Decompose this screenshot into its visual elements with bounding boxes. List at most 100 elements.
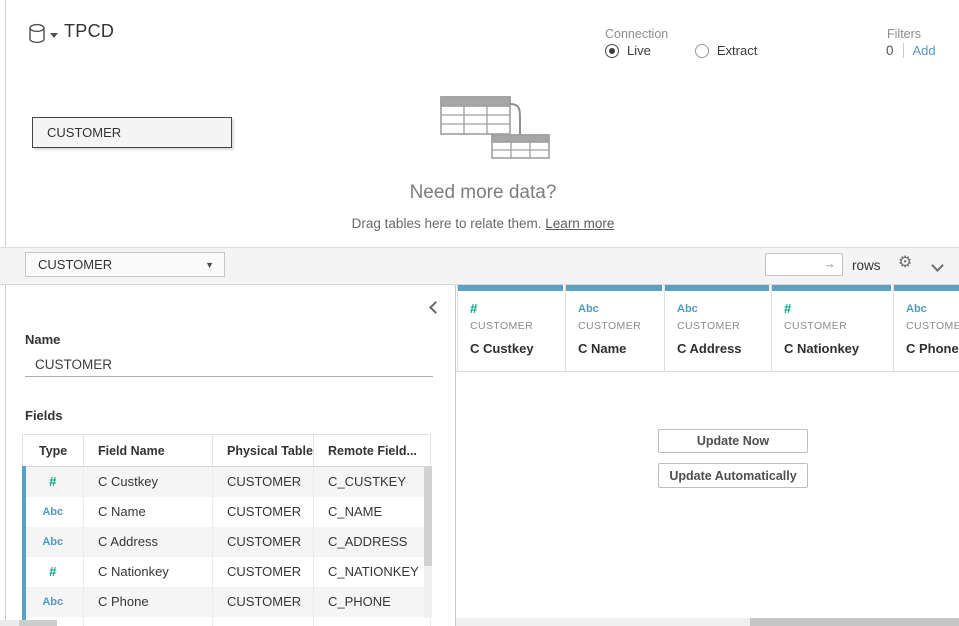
radio-option-live[interactable]: Live [605, 43, 651, 58]
field-name-cell: C Name [84, 497, 213, 527]
column-table-label: CUSTOMER [470, 320, 563, 332]
grid-column-header[interactable]: AbcCUSTOMERC Name [565, 285, 662, 371]
column-type-icon: Abc [677, 301, 769, 317]
radio-extract-label: Extract [717, 43, 757, 58]
column-type-icon: # [784, 301, 891, 317]
grid-horizontal-scrollbar-thumb[interactable] [750, 618, 959, 626]
column-field-name: C Custkey [470, 341, 563, 356]
database-menu-caret-icon[interactable] [50, 33, 58, 38]
field-row[interactable]: AbcC NameCUSTOMERC_NAME [23, 497, 431, 527]
fields-selection-accent-strip [22, 466, 26, 626]
fields-section-label: Fields [25, 408, 63, 423]
rows-count-input[interactable] [768, 255, 824, 274]
empty-cell [314, 617, 431, 626]
empty-cell [213, 617, 314, 626]
grid-options-chevron-down-icon[interactable] [931, 259, 944, 272]
grid-header-bottom-border [456, 371, 959, 372]
physical-table-cell: CUSTOMER [213, 497, 314, 527]
field-row[interactable]: AbcC PhoneCUSTOMERC_PHONE [23, 587, 431, 617]
field-row[interactable]: AbcC AddressCUSTOMERC_ADDRESS [23, 527, 431, 557]
remote-field-cell: C_CUSTKEY [314, 467, 431, 497]
filters-count: 0 [886, 43, 894, 58]
column-table-label: CUSTOMER [784, 320, 891, 332]
empty-state-title: Need more data? [410, 182, 557, 204]
table-selector-value: CUSTOMER [26, 257, 205, 272]
field-row[interactable]: #C NationkeyCUSTOMERC_NATIONKEY [23, 557, 431, 587]
column-header-remote-field[interactable]: Remote Field... [314, 435, 431, 467]
field-type-icon: Abc [23, 527, 84, 557]
connection-type-radios: Live Extract [605, 43, 757, 58]
learn-more-link[interactable]: Learn more [545, 216, 614, 231]
column-header-type[interactable]: Type [23, 435, 84, 467]
grid-column-header[interactable]: # CUSTOMER C Custkey [457, 285, 563, 371]
radio-option-extract[interactable]: Extract [695, 43, 757, 58]
grid-header: #CUSTOMERC CustkeyAbcCUSTOMERC NameAbcCU… [457, 285, 959, 371]
column-header-physical-table[interactable]: Physical Table [213, 435, 314, 467]
radio-live-label: Live [627, 43, 651, 58]
remote-field-cell: C_NAME [314, 497, 431, 527]
collapse-panel-chevron-left-icon[interactable] [429, 301, 442, 314]
column-field-name: C Phone [906, 341, 959, 356]
column-field-name: C Nationkey [784, 341, 891, 356]
empty-state-hint-text: Drag tables here to relate them. [352, 216, 542, 231]
update-automatically-button[interactable]: Update Automatically [658, 463, 808, 488]
column-field-name: C Name [578, 341, 662, 356]
column-field-name: C Address [677, 341, 769, 356]
empty-state-hint: Drag tables here to relate them. Learn m… [352, 216, 615, 231]
field-type-icon: Abc [23, 497, 84, 527]
connection-label: Connection [605, 27, 668, 41]
field-type-icon: Abc [23, 587, 84, 617]
physical-table-cell: CUSTOMER [213, 587, 314, 617]
tableau-datasource-page: TPCD Connection Live Extract Filters 0 A… [0, 0, 959, 626]
update-now-button[interactable]: Update Now [658, 429, 808, 453]
table-name-field[interactable]: CUSTOMER [25, 352, 433, 377]
remote-field-cell: C_ADDRESS [314, 527, 431, 557]
rows-label: rows [852, 258, 881, 273]
field-name-cell: C Phone [84, 587, 213, 617]
filters-add-link[interactable]: Add [913, 43, 936, 58]
fields-horizontal-scrollbar-thumb[interactable] [19, 620, 57, 626]
relate-tables-illustration-icon [436, 94, 561, 160]
name-field-label: Name [25, 332, 60, 347]
grid-horizontal-scrollbar[interactable] [456, 618, 959, 626]
physical-table-cell: CUSTOMER [213, 557, 314, 587]
physical-table-cell: CUSTOMER [213, 527, 314, 557]
empty-cell [84, 617, 213, 626]
radio-extract-unselected-icon[interactable] [695, 44, 709, 58]
fields-vertical-scrollbar[interactable] [424, 466, 432, 618]
rows-count-field[interactable]: → [765, 253, 843, 276]
grid-settings-gear-icon[interactable]: ⚙ [898, 255, 912, 271]
field-row-partial[interactable] [23, 617, 431, 626]
apply-rows-arrow-icon[interactable]: → [823, 256, 836, 271]
table-selector-dropdown[interactable]: CUSTOMER ▼ [25, 252, 225, 277]
column-type-icon: Abc [578, 301, 662, 317]
fields-horizontal-scrollbar[interactable] [0, 620, 57, 626]
column-table-label: CUSTOMER [906, 320, 959, 332]
datasource-title[interactable]: TPCD [64, 21, 114, 42]
panel-divider[interactable] [455, 285, 456, 626]
column-type-icon: # [470, 301, 563, 317]
remote-field-cell: C_PHONE [314, 587, 431, 617]
fields-table-body: #C CustkeyCUSTOMERC_CUSTKEYAbcC NameCUST… [23, 467, 431, 626]
column-type-icon: Abc [906, 301, 959, 317]
fields-table: Type Field Name Physical Table Remote Fi… [22, 434, 431, 626]
grid-column-header[interactable]: # CUSTOMER C Nationkey [771, 285, 891, 371]
field-name-cell: C Custkey [84, 467, 213, 497]
database-icon[interactable] [27, 23, 47, 45]
column-header-field-name[interactable]: Field Name [84, 435, 213, 467]
fields-vertical-scrollbar-thumb[interactable] [424, 466, 432, 566]
field-type-icon: # [23, 467, 84, 497]
canvas-table-node-customer[interactable]: CUSTOMER [32, 117, 232, 148]
radio-live-selected-icon[interactable] [605, 44, 619, 58]
field-name-cell: C Nationkey [84, 557, 213, 587]
table-name-value: CUSTOMER [25, 357, 112, 372]
column-table-label: CUSTOMER [677, 320, 769, 332]
grid-column-header[interactable]: Abc CUSTOMER C Address [664, 285, 769, 371]
dropdown-caret-icon: ▼ [205, 260, 214, 270]
field-row[interactable]: #C CustkeyCUSTOMERC_CUSTKEY [23, 467, 431, 497]
field-name-cell: C Address [84, 527, 213, 557]
canvas-table-node-label: CUSTOMER [33, 125, 121, 140]
filters-label: Filters [887, 27, 921, 41]
window-edge-divider [5, 0, 6, 626]
grid-column-header[interactable]: Abc CUSTOMER C Phone [893, 285, 959, 371]
